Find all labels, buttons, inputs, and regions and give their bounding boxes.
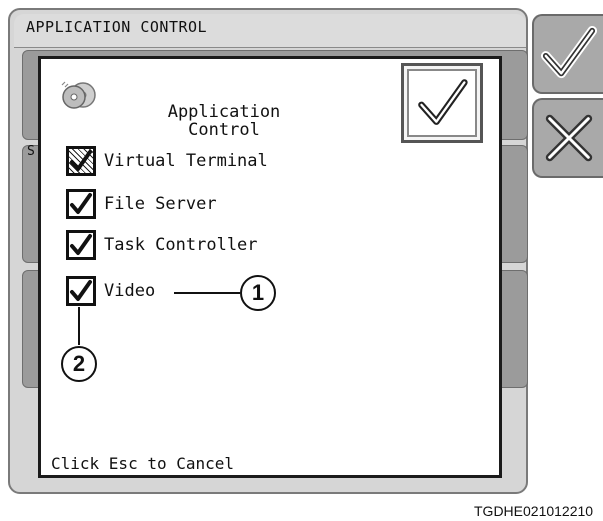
cancel-button[interactable]	[532, 98, 603, 178]
disc-icon	[61, 81, 96, 109]
video-label: Video	[104, 281, 156, 301]
option-file-server[interactable]: File Server	[66, 188, 217, 220]
checkmark-icon	[70, 193, 92, 214]
video-checkbox[interactable]	[66, 276, 96, 306]
option-task-controller[interactable]: Task Controller	[66, 229, 258, 261]
checkmark-icon	[70, 150, 92, 171]
callout-1-leader	[174, 292, 240, 294]
callout-2: 2	[61, 346, 97, 382]
checkmark-icon	[540, 25, 597, 79]
file-server-label: File Server	[104, 194, 217, 214]
confirm-button[interactable]	[401, 63, 483, 143]
option-video[interactable]: Video	[66, 275, 155, 307]
accept-button[interactable]	[532, 14, 603, 94]
task-controller-label: Task Controller	[104, 235, 258, 255]
checkmark-icon	[70, 280, 92, 301]
cancel-hint: Click Esc to Cancel	[51, 454, 235, 473]
checkmark-icon	[70, 234, 92, 255]
checkmark-icon	[418, 79, 468, 125]
virtual-terminal-checkbox[interactable]	[66, 146, 96, 176]
callout-1: 1	[240, 275, 276, 311]
option-virtual-terminal[interactable]: Virtual Terminal	[66, 145, 268, 177]
dialog-title: Application Control	[167, 102, 281, 140]
application-control-dialog: Application Control Virtual Terminal Fil…	[38, 56, 502, 478]
file-server-checkbox[interactable]	[66, 189, 96, 219]
x-icon	[545, 114, 592, 162]
callout-2-leader	[78, 307, 80, 345]
virtual-terminal-label: Virtual Terminal	[104, 151, 268, 171]
window-title: APPLICATION CONTROL	[14, 14, 526, 48]
task-controller-checkbox[interactable]	[66, 230, 96, 260]
figure-reference-code: TGDHE021012210	[474, 503, 594, 519]
background-panel-label: S	[27, 144, 35, 159]
